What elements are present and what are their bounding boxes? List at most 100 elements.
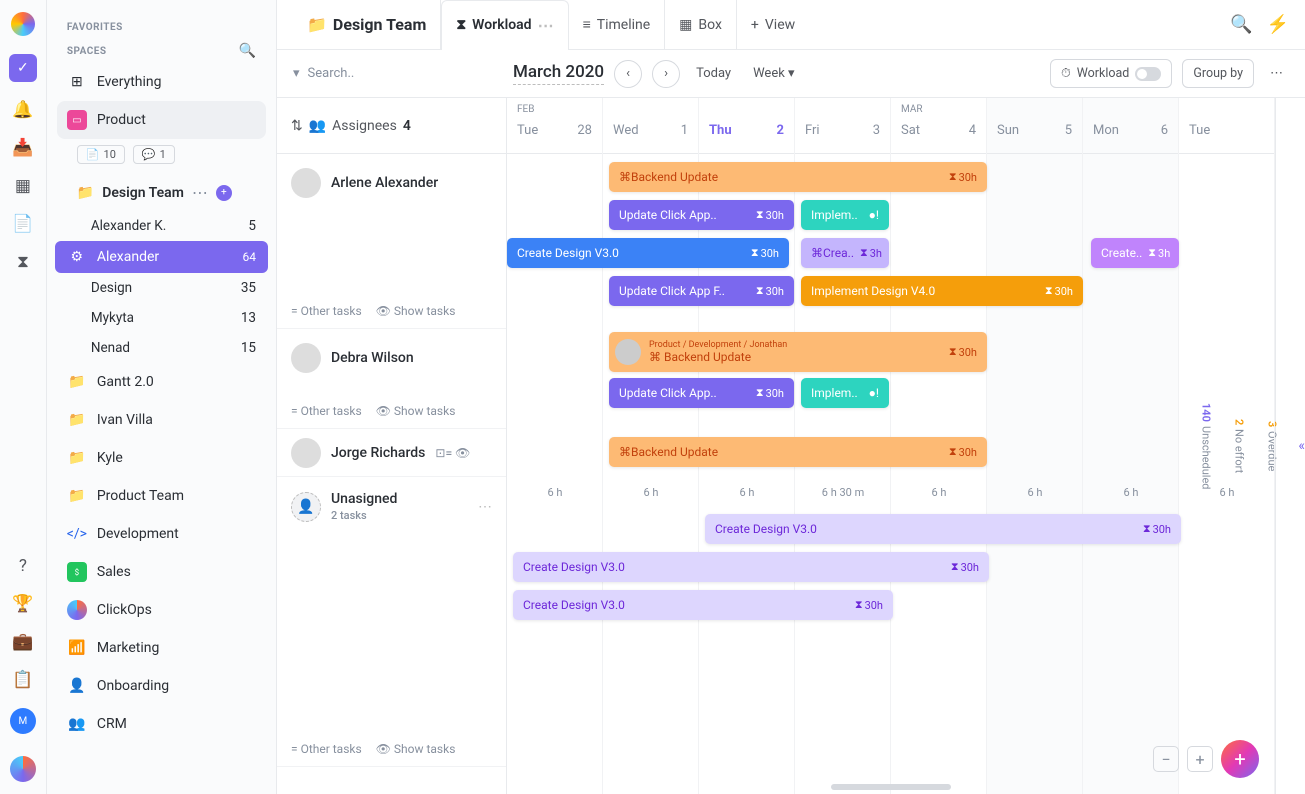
folder-product-team[interactable]: 📁Product Team <box>47 477 276 515</box>
add-icon[interactable]: + <box>216 185 232 201</box>
sidebar-everything[interactable]: ⊞ Everything <box>47 63 276 101</box>
other-tasks[interactable]: = Other tasks <box>291 742 362 756</box>
assignee-row: Debra Wilson = Other tasks👁 Show tasks <box>277 329 506 429</box>
avatar <box>615 339 641 365</box>
search-icon[interactable]: 🔍 <box>1230 14 1252 35</box>
subtask-icon: ⌘ <box>619 445 631 459</box>
scrollbar[interactable] <box>831 784 951 790</box>
folder-kyle[interactable]: 📁Kyle <box>47 439 276 477</box>
clipboard-icon[interactable]: 📋 <box>13 670 33 690</box>
workload-toggle[interactable]: ⏱ Workload <box>1050 59 1172 88</box>
show-tasks[interactable]: 👁 Show tasks <box>376 404 456 418</box>
assignee-row-unassigned: 👤 Unasigned2 tasks ⋯ = Other tasks👁 Show… <box>277 477 506 767</box>
list-mykyta[interactable]: Mykyta13 <box>47 303 276 333</box>
space-crm[interactable]: 👥CRM <box>47 705 276 743</box>
tab-add-view[interactable]: +View <box>737 0 809 50</box>
task-bar[interactable]: ⌘ Backend Update⧗30h <box>609 162 987 192</box>
week-selector[interactable]: Week ▾ <box>747 62 800 85</box>
task-bar[interactable]: Create Design V3.0⧗30h <box>507 238 789 268</box>
grid-icon[interactable]: ▦ <box>13 176 33 196</box>
task-bar[interactable]: ⌘ Crea..⧗3h <box>801 238 889 268</box>
next-button[interactable]: › <box>652 60 680 88</box>
toolbar: ▾Search.. March 2020 ‹ › Today Week ▾ ⏱ … <box>277 50 1305 98</box>
favorites-heading: FAVORITES <box>47 16 276 39</box>
avatar <box>291 168 321 198</box>
sidebar-design-team[interactable]: 📁 Design Team ⋯ + <box>47 174 276 211</box>
docs-badge[interactable]: 📄 10 <box>77 145 125 164</box>
space-onboarding[interactable]: 👤Onboarding <box>47 667 276 705</box>
list-alexander[interactable]: ⚙ Alexander 64 <box>55 241 268 273</box>
folder-ivan[interactable]: 📁Ivan Villa <box>47 401 276 439</box>
filter-icon: ▾ <box>293 66 300 81</box>
product-icon: ▭ <box>67 110 87 130</box>
space-development[interactable]: </>Development <box>47 515 276 553</box>
assignee-row: Arlene Alexander = Other tasks👁 Show tas… <box>277 154 506 329</box>
hourglass-icon[interactable]: ⧗ <box>13 252 33 272</box>
search-input[interactable]: ▾Search.. <box>293 66 473 81</box>
show-tasks[interactable]: 👁 Show tasks <box>376 304 456 318</box>
bell-icon[interactable]: 🔔 <box>13 100 33 120</box>
plus-icon: + <box>751 17 759 33</box>
space-clickops[interactable]: ClickOps <box>47 591 276 629</box>
more-icon[interactable]: ⋯ <box>1264 62 1289 85</box>
task-bar[interactable]: Create Design V3.0⧗30h <box>513 590 893 620</box>
logo-icon[interactable] <box>11 12 35 36</box>
task-bar[interactable]: ⌘ Backend Update⧗30h <box>609 437 987 467</box>
today-button[interactable]: Today <box>690 62 737 85</box>
task-bar[interactable]: Create Design V3.0⧗30h <box>513 552 989 582</box>
collapse-icon[interactable]: « <box>1298 438 1305 454</box>
trophy-icon[interactable]: 🏆 <box>13 594 33 614</box>
search-spaces-icon[interactable]: 🔍 <box>239 43 256 59</box>
task-bar[interactable]: Update Click App..⧗30h <box>609 200 794 230</box>
other-tasks[interactable]: = Other tasks <box>291 404 362 418</box>
app-avatar[interactable] <box>10 756 36 782</box>
task-bar[interactable]: Create..⧗3h <box>1091 238 1179 268</box>
tab-box[interactable]: ▦Box <box>665 0 737 50</box>
people-icon: 👥 <box>309 118 326 134</box>
list-alexander-k[interactable]: Alexander K.5 <box>47 211 276 241</box>
help-icon[interactable]: ? <box>13 556 33 576</box>
prev-button[interactable]: ‹ <box>614 60 642 88</box>
groupby-button[interactable]: Group by <box>1182 59 1254 88</box>
tab-timeline[interactable]: ≡Timeline <box>569 0 666 50</box>
folder-gantt[interactable]: 📁Gantt 2.0 <box>47 363 276 401</box>
period-label[interactable]: March 2020 <box>513 62 604 85</box>
other-tasks[interactable]: = Other tasks <box>291 304 362 318</box>
alert-icon: ●! <box>869 208 879 222</box>
bolt-icon[interactable]: ⚡ <box>1267 14 1289 35</box>
task-bar[interactable]: Update Click App..⧗30h <box>609 378 794 408</box>
more-icon[interactable]: ⋯ <box>192 183 208 202</box>
assignee-column: ⇅ 👥 Assignees 4 Arlene Alexander = Other… <box>277 98 507 794</box>
nav-rail: ✓ 🔔 📥 ▦ 📄 ⧗ ? 🏆 💼 📋 M <box>0 0 47 794</box>
collapse-icon[interactable]: ⊡= 👁 <box>435 446 470 460</box>
task-bar[interactable]: Create Design V3.0⧗30h <box>705 514 1181 544</box>
task-bar-expanded[interactable]: Product / Development / Jonathan ⌘ Backe… <box>609 332 987 372</box>
briefcase-icon[interactable]: 💼 <box>13 632 33 652</box>
page-title[interactable]: 📁Design Team <box>293 0 441 50</box>
task-bar[interactable]: Implement Design V4.0⧗30h <box>801 276 1083 306</box>
zoom-out-button[interactable]: − <box>1153 746 1179 772</box>
task-bar[interactable]: Update Click App F..⧗30h <box>609 276 794 306</box>
assignee-row: Jorge Richards⊡= 👁 <box>277 429 506 477</box>
gear-icon: ⚙ <box>67 247 87 267</box>
space-sales[interactable]: $Sales <box>47 553 276 591</box>
chats-badge[interactable]: 💬 1 <box>133 145 175 164</box>
main: 📁Design Team ⧗Workload⋯ ≡Timeline ▦Box +… <box>277 0 1305 794</box>
space-marketing[interactable]: 📶Marketing <box>47 629 276 667</box>
more-icon[interactable]: ⋯ <box>538 16 554 35</box>
sidebar-product[interactable]: ▭ Product <box>57 101 266 139</box>
tab-workload[interactable]: ⧗Workload⋯ <box>441 0 568 50</box>
task-bar[interactable]: Implem..●! <box>801 200 889 230</box>
list-nenad[interactable]: Nenad15 <box>47 333 276 363</box>
zoom-in-button[interactable]: + <box>1187 746 1213 772</box>
show-tasks[interactable]: 👁 Show tasks <box>376 742 456 756</box>
user-avatar[interactable]: M <box>10 708 36 734</box>
create-button[interactable]: + <box>1221 740 1259 778</box>
more-icon[interactable]: ⋯ <box>478 499 492 515</box>
doc-icon[interactable]: 📄 <box>13 214 33 234</box>
check-icon[interactable]: ✓ <box>9 54 37 82</box>
task-bar[interactable]: Implem..●! <box>801 378 889 408</box>
list-design[interactable]: Design35 <box>47 273 276 303</box>
assignee-header[interactable]: ⇅ 👥 Assignees 4 <box>277 98 506 154</box>
inbox-icon[interactable]: 📥 <box>13 138 33 158</box>
